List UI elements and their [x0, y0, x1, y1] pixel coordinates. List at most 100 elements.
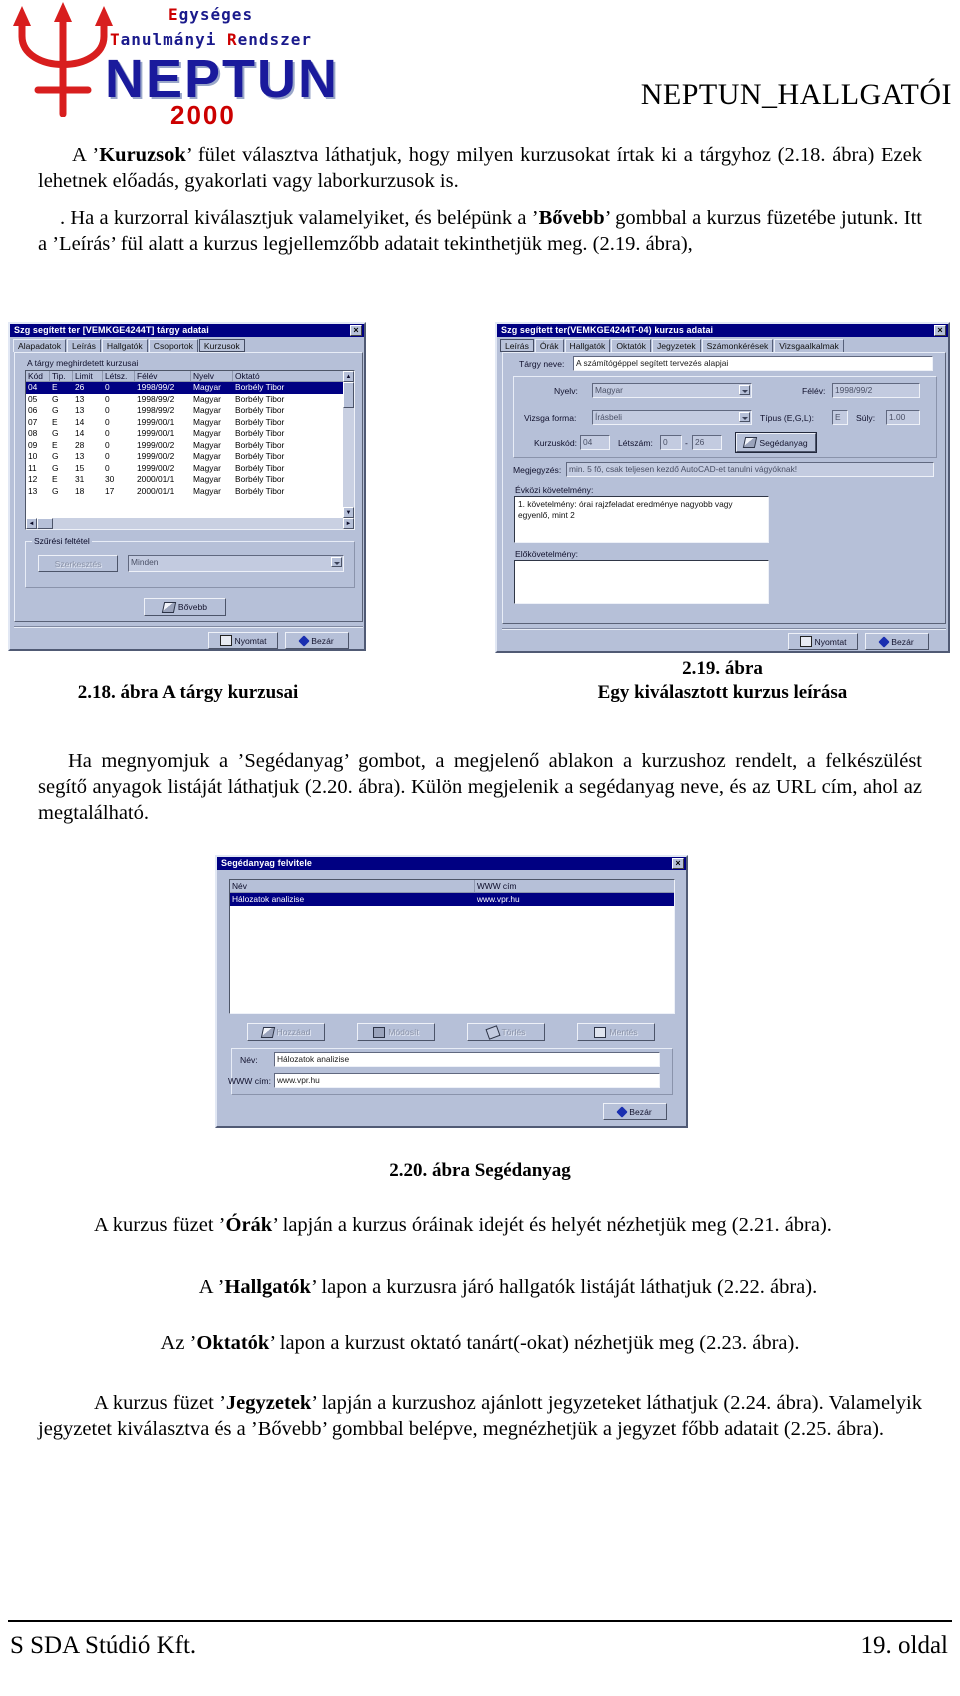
tab-hallgatok[interactable]: Hallgatók: [564, 339, 611, 352]
exam-form-combobox-value: Írásbeli: [595, 412, 622, 422]
scroll-right-icon[interactable]: ►: [343, 518, 354, 529]
tab-kurzusok[interactable]: Kurzusok: [198, 339, 245, 352]
term-field[interactable]: 1998/99/2: [832, 383, 920, 398]
subject-name-field[interactable]: A számítógéppel segített tervezés alapja…: [573, 356, 933, 371]
url-field[interactable]: www.vpr.hu: [274, 1073, 660, 1088]
tab-alapadatok[interactable]: Alapadatok: [13, 339, 67, 352]
table-row[interactable]: 05 G 13 0 1998/99/2 Magyar Borbély Tibor: [26, 394, 354, 406]
tab-leiras[interactable]: Leírás: [67, 339, 101, 352]
type-field[interactable]: E: [832, 410, 848, 425]
printer-icon: [219, 635, 232, 646]
scroll-up-icon[interactable]: ▲: [343, 371, 354, 382]
table-row[interactable]: 10 G 13 0 1999/00/2 Magyar Borbély Tibor: [26, 451, 354, 463]
close-icon[interactable]: ×: [672, 858, 684, 869]
cell-tip: G: [52, 462, 59, 473]
print-button[interactable]: Nyomtat: [208, 632, 278, 649]
add-button[interactable]: Hozzáad: [247, 1023, 325, 1041]
p2-a: . Ha a kurzorral kiválasztjuk valamelyik…: [60, 207, 539, 229]
note-label: Megjegyzés:: [513, 465, 562, 475]
cell-tip: E: [52, 474, 58, 484]
cell-kod: 05: [28, 393, 38, 404]
more-button[interactable]: Bővebb: [144, 598, 226, 616]
course-code-field[interactable]: 04: [580, 435, 610, 450]
scroll-down-icon[interactable]: ▼: [343, 507, 354, 518]
table-row[interactable]: 08 G 14 0 1999/00/1 Magyar Borbély Tibor: [26, 428, 354, 440]
print-button[interactable]: Nyomtat: [788, 633, 858, 650]
chevron-down-icon[interactable]: [739, 385, 750, 395]
table-row[interactable]: 11 G 15 0 1999/00/2 Magyar Borbély Tibor: [26, 463, 354, 475]
cell-felev: 1999/00/2: [137, 451, 175, 461]
paragraph-1: A ’Kuruzsok’ fület választva láthatjuk, …: [38, 142, 922, 194]
tab-szamonkeresek[interactable]: Számonkérések: [701, 339, 774, 352]
table-row[interactable]: 07 E 14 0 1999/00/1 Magyar Borbély Tibor: [26, 417, 354, 429]
name-field[interactable]: Hálozatok analizise: [274, 1052, 660, 1067]
close-icon[interactable]: ×: [350, 325, 362, 336]
cell-limit: 13: [75, 393, 85, 404]
tab-jegyzetek[interactable]: Jegyzetek: [651, 339, 701, 352]
note-field[interactable]: min. 5 fő, csak teljesen kezdő AutoCAD-e…: [566, 462, 934, 477]
close-icon[interactable]: ×: [934, 325, 946, 336]
language-combobox[interactable]: Magyar: [592, 383, 752, 398]
delete-button[interactable]: Törlés: [467, 1023, 545, 1041]
modify-button[interactable]: Módosít: [357, 1023, 435, 1041]
table-row[interactable]: 04 E 26 0 1998/99/2 Magyar Borbély Tibor: [26, 382, 354, 394]
course-code-label: Kurzuskód:: [534, 438, 577, 448]
subject-courses-window[interactable]: Szg segített ter [VEMKGE4244T] tárgy ada…: [8, 322, 366, 651]
prereq-textarea[interactable]: [514, 560, 769, 604]
courses-listview[interactable]: Kód Tip. Limit Létsz. Félév Nyelv Oktató…: [25, 370, 355, 530]
table-row[interactable]: 06 G 13 0 1998/99/2 Magyar Borbély Tibor: [26, 405, 354, 417]
cell-letsz: 0: [105, 462, 110, 473]
courses-group-label: A tárgy meghirdetett kurzusai: [27, 358, 139, 368]
close-button[interactable]: Bezár: [865, 633, 929, 650]
filter-combobox[interactable]: Minden: [128, 555, 344, 572]
headcount-field[interactable]: 0: [660, 435, 682, 450]
close-button-label: Bezár: [629, 1106, 652, 1117]
chevron-down-icon[interactable]: [331, 557, 342, 567]
neptun-logo: Egységes Tanulmányi Rendszer NEPTUN 2000: [0, 0, 390, 130]
filter-edit-button[interactable]: Szerkesztés: [38, 555, 118, 572]
tab-csoportok[interactable]: Csoportok: [148, 339, 198, 352]
cell-tip: E: [52, 439, 58, 450]
tab-hallgatok[interactable]: Hallgatók: [101, 339, 148, 352]
cell-tip: E: [52, 416, 58, 427]
book-icon: [161, 601, 177, 613]
close-button-label: Bezár: [311, 635, 334, 646]
scroll-left-icon[interactable]: ◄: [26, 518, 37, 529]
col-limit: Limit: [73, 371, 103, 382]
listview-vscrollbar[interactable]: ▲ ▼: [343, 371, 354, 518]
table-row[interactable]: Hálozatok analizise www.vpr.hu: [230, 893, 674, 906]
weight-field[interactable]: 1.00: [886, 410, 920, 425]
tab-strip[interactable]: Alapadatok Leírás Hallgatók Csoportok Ku…: [13, 339, 364, 352]
close-button[interactable]: Bezár: [285, 632, 349, 649]
headcount-max-field[interactable]: 26: [692, 435, 722, 450]
document-title: NEPTUN_HALLGATÓI: [640, 78, 952, 111]
tab-leiras[interactable]: Leírás: [500, 339, 534, 352]
exam-form-combobox[interactable]: Írásbeli: [592, 410, 752, 425]
close-button[interactable]: Bezár: [603, 1103, 667, 1120]
hscroll-thumb[interactable]: [37, 518, 53, 529]
print-button-label: Nyomtat: [234, 635, 267, 646]
material-listview[interactable]: Név WWW cím Hálozatok analizise www.vpr.h…: [229, 879, 675, 1014]
material-entry-window[interactable]: Segédanyag felvitele × Név WWW cím Háloz…: [215, 855, 688, 1128]
midterm-textarea[interactable]: 1. követelmény: órai rajzfeladat eredmén…: [514, 496, 769, 543]
col-letsz: Létsz.: [103, 371, 135, 382]
p2-b: Bővebb: [538, 207, 605, 229]
course-details-window[interactable]: Szg segített ter(VEMKGE4244T-04) kurzus …: [495, 322, 950, 653]
table-row[interactable]: 12 E 31 30 2000/01/1 Magyar Borbély Tibor: [26, 474, 354, 486]
tab-oktatok[interactable]: Oktatók: [611, 339, 651, 352]
cell-felev: 1999/00/1: [137, 428, 175, 438]
tab-strip[interactable]: Leírás Órák Hallgatók Oktatók Jegyzetek …: [500, 339, 948, 352]
save-button[interactable]: Mentés: [577, 1023, 655, 1041]
vscroll-thumb[interactable]: [343, 382, 354, 408]
table-row[interactable]: 13 G 18 17 2000/01/1 Magyar Borbély Tibor: [26, 486, 354, 498]
listview-hscrollbar[interactable]: ◄: [26, 518, 343, 529]
material-button[interactable]: Segédanyag: [736, 433, 816, 452]
midterm-label: Évközi követelmény:: [515, 485, 594, 495]
name-label: Név:: [240, 1055, 258, 1065]
cell-kod: 11: [28, 462, 37, 473]
chevron-down-icon[interactable]: [739, 412, 750, 422]
cell-letsz: 0: [105, 405, 110, 415]
tab-orak[interactable]: Órák: [534, 339, 564, 352]
tab-vizsgaalkalmak[interactable]: Vizsgaalkalmak: [774, 339, 844, 352]
table-row[interactable]: 09 E 28 0 1999/00/2 Magyar Borbély Tibor: [26, 440, 354, 452]
